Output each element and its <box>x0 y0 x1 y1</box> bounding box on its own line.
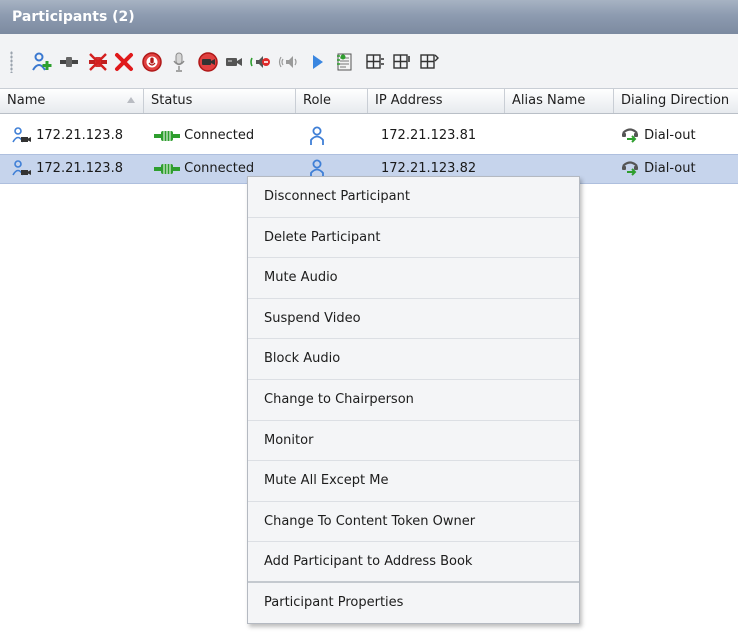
dial-out-icon <box>622 160 638 176</box>
participants-toolbar <box>0 34 738 88</box>
connect-icon[interactable] <box>57 50 81 74</box>
dial-out-icon <box>622 127 638 143</box>
panel-title-bar: Participants (2) <box>0 0 738 34</box>
layout-export-icon[interactable] <box>417 50 441 74</box>
column-header-alias-name[interactable]: Alias Name <box>505 89 614 113</box>
participant-role-icon <box>310 126 324 145</box>
table-row[interactable]: 172.21.123.8 Connected 172.21.123.81 Dia… <box>0 121 738 151</box>
alias-name-cell <box>515 121 610 151</box>
dialing-direction-cell: Dial-out <box>620 154 738 184</box>
video-participant-icon <box>12 126 31 142</box>
menu-item-mute-all-except-me[interactable]: Mute All Except Me <box>248 461 579 502</box>
menu-item-participant-properties[interactable]: Participant Properties <box>248 583 579 624</box>
sort-ascending-icon <box>127 97 135 103</box>
column-header-dialing-direction[interactable]: Dialing Direction <box>614 89 738 113</box>
video-camera-icon[interactable] <box>222 50 246 74</box>
ip-address-cell: 172.21.123.81 <box>381 128 477 143</box>
status-cell: Connected <box>154 121 294 151</box>
layout-icon[interactable] <box>363 50 387 74</box>
participant-name-cell: 172.21.123.8 <box>12 154 152 184</box>
participant-name-cell: 172.21.123.8 <box>12 121 152 151</box>
speaker-volume-icon[interactable] <box>277 50 301 74</box>
participant-context-menu: Disconnect Participant Delete Participan… <box>247 176 580 624</box>
panel-title: Participants (2) <box>12 9 135 25</box>
column-header-name[interactable]: Name <box>0 89 144 113</box>
column-header-role[interactable]: Role <box>296 89 368 113</box>
menu-item-add-participant-to-address-book[interactable]: Add Participant to Address Book <box>248 542 579 583</box>
menu-item-change-to-chairperson[interactable]: Change to Chairperson <box>248 380 579 421</box>
menu-item-monitor[interactable]: Monitor <box>248 421 579 462</box>
column-header-status[interactable]: Status <box>144 89 296 113</box>
speaker-left-icon[interactable] <box>249 50 273 74</box>
connected-icon <box>154 163 180 174</box>
menu-item-delete-participant[interactable]: Delete Participant <box>248 218 579 259</box>
connected-icon <box>154 130 180 141</box>
suspend-video-icon[interactable] <box>196 50 220 74</box>
address-book-icon[interactable] <box>333 50 357 74</box>
toolbar-grip[interactable] <box>10 51 13 73</box>
menu-item-block-audio[interactable]: Block Audio <box>248 339 579 380</box>
menu-item-disconnect-participant[interactable]: Disconnect Participant <box>248 177 579 218</box>
menu-item-suspend-video[interactable]: Suspend Video <box>248 299 579 340</box>
dialing-direction-cell: Dial-out <box>620 121 738 151</box>
play-icon[interactable] <box>305 50 329 74</box>
delete-icon[interactable] <box>112 50 136 74</box>
participants-table-header: Name Status Role IP Address Alias Name D… <box>0 88 738 114</box>
column-header-ip-address[interactable]: IP Address <box>368 89 505 113</box>
menu-item-change-to-content-token-owner[interactable]: Change To Content Token Owner <box>248 502 579 543</box>
role-cell <box>309 121 349 151</box>
menu-item-mute-audio[interactable]: Mute Audio <box>248 258 579 299</box>
add-participant-icon[interactable] <box>30 50 54 74</box>
disconnect-icon[interactable] <box>86 50 110 74</box>
layout-personal-icon[interactable] <box>390 50 414 74</box>
video-participant-icon <box>12 159 31 175</box>
microphone-icon[interactable] <box>167 50 191 74</box>
mute-audio-icon[interactable] <box>140 50 164 74</box>
